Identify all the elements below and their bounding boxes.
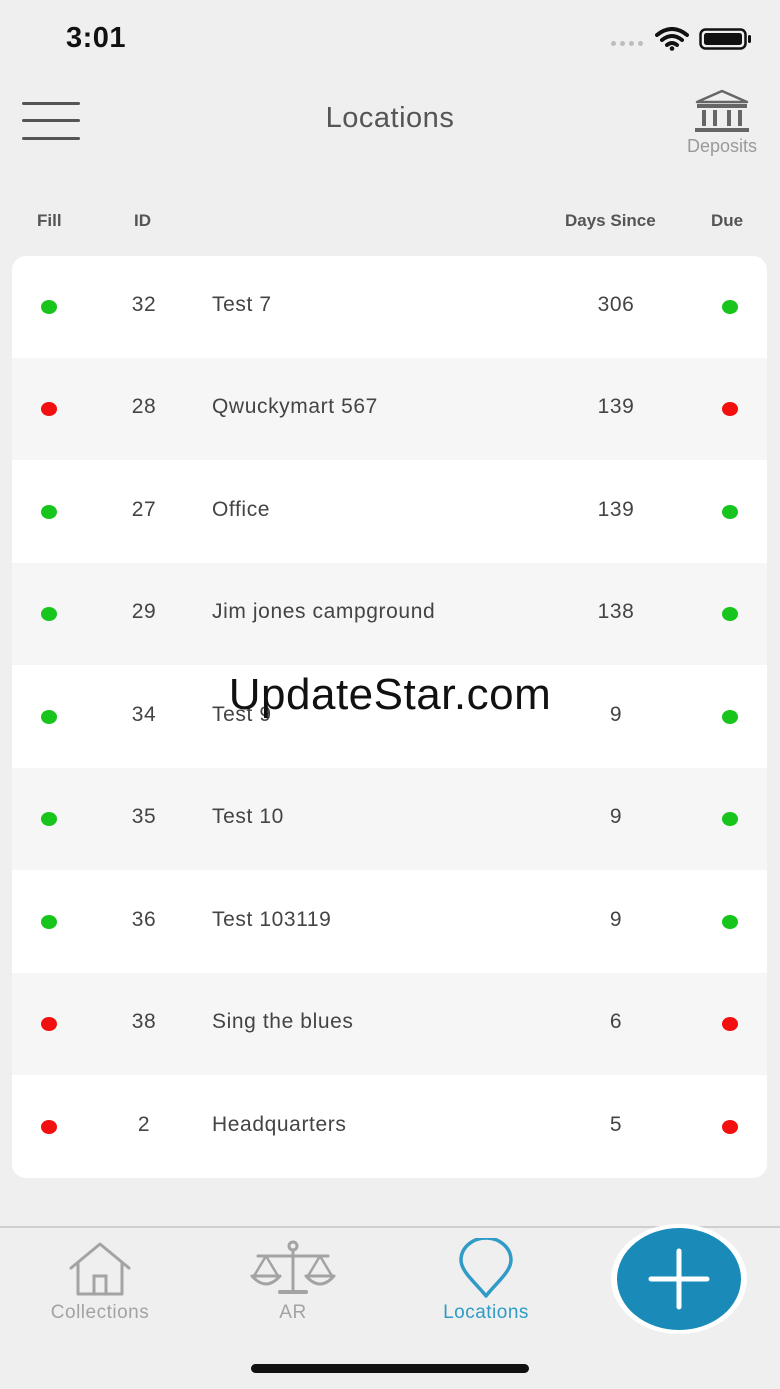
scale-icon bbox=[250, 1240, 336, 1294]
location-row[interactable]: 28 Qwuckymart 567 139 bbox=[12, 358, 767, 460]
location-name: Test 7 bbox=[212, 293, 272, 316]
days-since: 139 bbox=[597, 498, 635, 521]
location-id: 32 bbox=[131, 293, 157, 316]
battery-icon bbox=[699, 28, 751, 50]
page-title: Locations bbox=[325, 102, 455, 134]
fill-status-dot bbox=[41, 505, 57, 519]
column-header-due: Due bbox=[711, 211, 744, 230]
due-status-dot bbox=[722, 607, 738, 621]
location-row[interactable]: 35 Test 10 9 bbox=[12, 768, 767, 870]
fill-status-dot bbox=[41, 402, 57, 416]
column-header-fill: Fill bbox=[37, 211, 62, 230]
days-since: 9 bbox=[609, 908, 623, 931]
location-name: Test 10 bbox=[212, 805, 284, 828]
plus-icon bbox=[648, 1248, 710, 1310]
tab-label-ar: AR bbox=[279, 1302, 307, 1323]
due-status-dot bbox=[722, 812, 738, 826]
days-since: 5 bbox=[609, 1113, 623, 1136]
due-status-dot bbox=[722, 1017, 738, 1031]
home-icon bbox=[69, 1242, 131, 1296]
tab-locations[interactable]: Locations bbox=[391, 1228, 581, 1328]
signal-icon bbox=[611, 41, 643, 46]
location-name: Jim jones campground bbox=[212, 600, 436, 623]
due-status-dot bbox=[722, 300, 738, 314]
days-since: 9 bbox=[609, 805, 623, 828]
bank-icon bbox=[695, 89, 749, 132]
due-status-dot bbox=[722, 402, 738, 416]
home-indicator bbox=[251, 1364, 529, 1373]
status-time: 3:01 bbox=[66, 22, 127, 54]
location-row[interactable]: 2 Headquarters 5 bbox=[12, 1076, 767, 1178]
fill-status-dot bbox=[41, 915, 57, 929]
fill-status-dot bbox=[41, 300, 57, 314]
wifi-icon bbox=[655, 27, 689, 51]
location-row[interactable]: 27 Office 139 bbox=[12, 461, 767, 563]
location-name: Office bbox=[212, 498, 271, 521]
column-header-id: ID bbox=[134, 211, 151, 230]
location-row[interactable]: 36 Test 103119 9 bbox=[12, 871, 767, 973]
add-button[interactable] bbox=[611, 1224, 747, 1334]
map-pin-icon bbox=[459, 1238, 513, 1298]
days-since: 138 bbox=[597, 600, 635, 623]
location-row[interactable]: 38 Sing the blues 6 bbox=[12, 973, 767, 1075]
days-since: 6 bbox=[609, 1010, 623, 1033]
tab-ar[interactable]: AR bbox=[198, 1228, 388, 1328]
location-name: Sing the blues bbox=[212, 1010, 354, 1033]
location-id: 36 bbox=[131, 908, 157, 931]
location-id: 38 bbox=[131, 1010, 157, 1033]
location-id: 2 bbox=[137, 1113, 151, 1136]
location-row[interactable]: 29 Jim jones campground 138 bbox=[12, 563, 767, 665]
due-status-dot bbox=[722, 915, 738, 929]
location-id: 28 bbox=[131, 395, 157, 418]
location-name: Headquarters bbox=[212, 1113, 347, 1136]
location-id: 35 bbox=[131, 805, 157, 828]
tab-label-locations: Locations bbox=[443, 1302, 529, 1323]
watermark: UpdateStar.com bbox=[228, 670, 552, 719]
due-status-dot bbox=[722, 505, 738, 519]
location-id: 27 bbox=[131, 498, 157, 521]
tab-collections[interactable]: Collections bbox=[5, 1228, 195, 1328]
column-header-days-since: Days Since bbox=[565, 211, 656, 230]
fill-status-dot bbox=[41, 1120, 57, 1134]
fill-status-dot bbox=[41, 607, 57, 621]
fill-status-dot bbox=[41, 1017, 57, 1031]
status-bar: 3:01 bbox=[0, 0, 780, 78]
location-id: 29 bbox=[131, 600, 157, 623]
deposits-label: Deposits bbox=[686, 136, 758, 156]
days-since: 139 bbox=[597, 395, 635, 418]
location-name: Qwuckymart 567 bbox=[212, 395, 378, 418]
days-since: 306 bbox=[597, 293, 635, 316]
location-name: Test 103119 bbox=[212, 908, 332, 931]
tab-label-collections: Collections bbox=[50, 1302, 150, 1323]
nav-bar: Locations Deposits bbox=[0, 78, 780, 178]
location-row[interactable]: 32 Test 7 306 bbox=[12, 256, 767, 358]
deposits-button[interactable]: Deposits bbox=[678, 88, 766, 162]
fill-status-dot bbox=[41, 812, 57, 826]
due-status-dot bbox=[722, 1120, 738, 1134]
